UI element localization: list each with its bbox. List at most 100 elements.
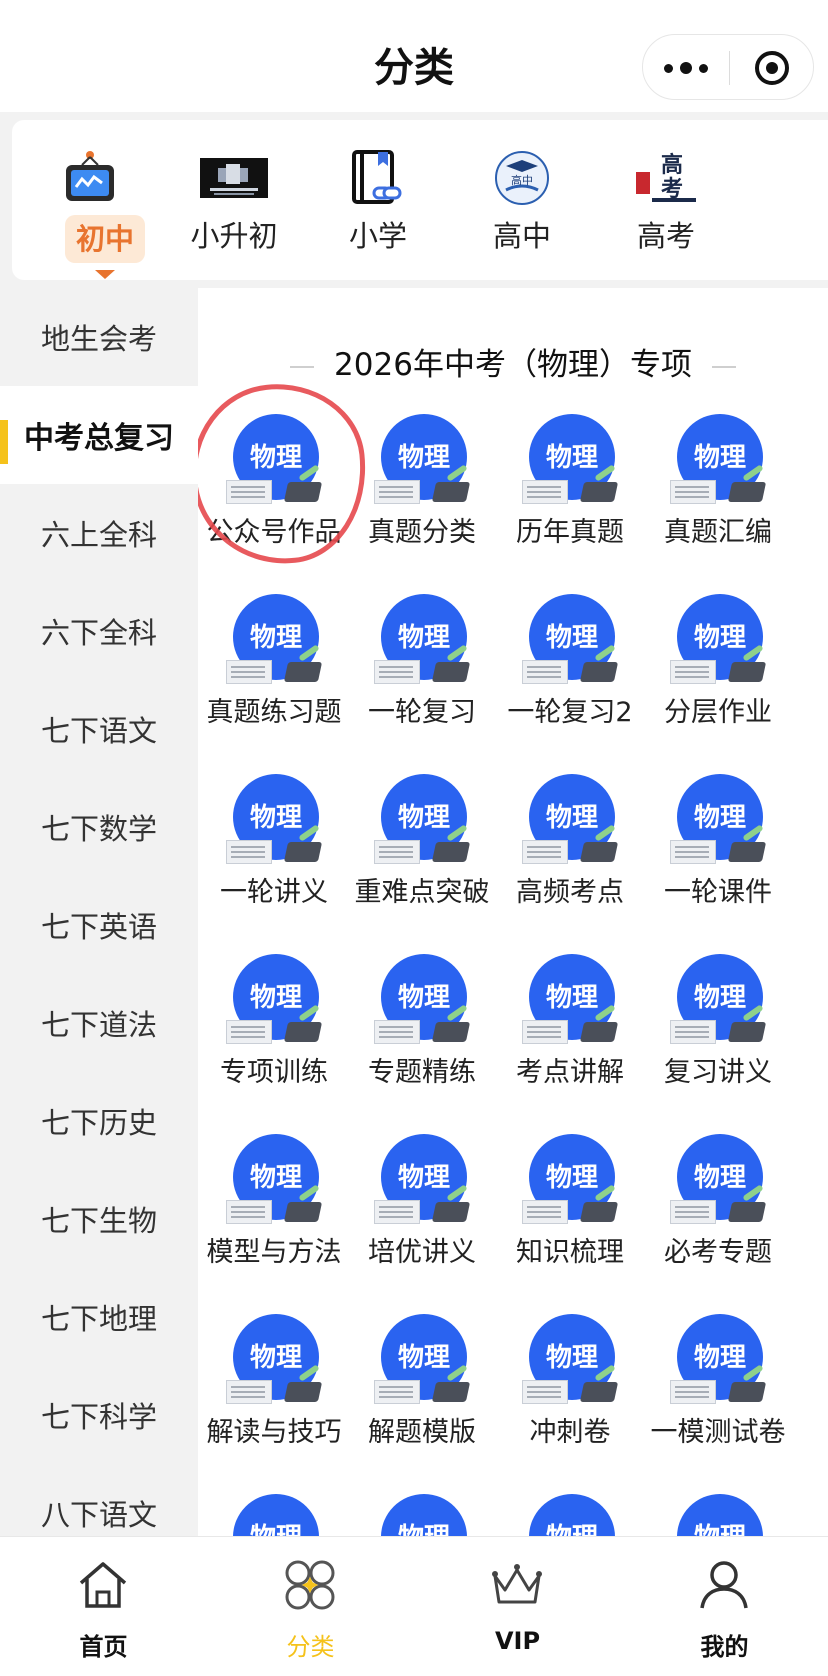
physics-thumbnail: 物理	[670, 594, 767, 690]
sidebar-item[interactable]: 地生会考	[0, 288, 198, 386]
papers-icon	[522, 1380, 568, 1404]
papers-icon	[226, 1200, 272, 1224]
sidebar-item-label: 七下道法	[40, 1008, 157, 1042]
physics-thumbnail: 物理	[226, 774, 323, 870]
physics-thumbnail: 物理	[374, 414, 471, 510]
papers-icon	[374, 480, 420, 504]
papers-icon	[226, 1380, 272, 1404]
sidebar-item[interactable]: 七下科学	[0, 1366, 198, 1464]
resource-item[interactable]: 物理 真题练习题	[200, 594, 348, 754]
sidebar-item[interactable]: 七下语文	[0, 680, 198, 778]
book-link-icon	[343, 148, 413, 208]
resource-item[interactable]: 物理 分层作业	[644, 594, 792, 754]
projector-icon	[579, 662, 619, 682]
resource-item[interactable]: 物理 培优讲义	[348, 1134, 496, 1294]
projector-icon	[283, 1202, 323, 1222]
resource-item-label: 专题精练	[368, 1057, 476, 1088]
more-menu-button[interactable]	[643, 35, 729, 101]
resource-item[interactable]: 物理 必考专题	[644, 1134, 792, 1294]
physics-badge: 物理	[677, 1494, 763, 1536]
stage-category-strip: 初中 小升初 小学 高中 高中 高 考 高考	[12, 120, 828, 280]
resource-item[interactable]: 物理 解题模版	[348, 1314, 496, 1474]
resource-item[interactable]: 物理	[644, 1494, 792, 1536]
papers-icon	[374, 660, 420, 684]
resource-item[interactable]: 物理 复习讲义	[644, 954, 792, 1114]
resource-item[interactable]: 物理 一轮复习	[348, 594, 496, 754]
sidebar-item[interactable]: 七下道法	[0, 974, 198, 1072]
resource-item-label: 真题汇编	[664, 517, 772, 548]
sidebar-item[interactable]: 八下语文	[0, 1464, 198, 1536]
sidebar-item[interactable]: 七下英语	[0, 876, 198, 974]
sidebar-item-label: 七下语文	[40, 714, 157, 748]
sidebar-item-active[interactable]: 中考总复习	[0, 386, 198, 484]
sidebar-item-label: 八下语文	[40, 1498, 157, 1532]
projector-icon	[727, 1382, 767, 1402]
sidebar-item[interactable]: 七下历史	[0, 1072, 198, 1170]
resource-item[interactable]: 物理 真题汇编	[644, 414, 792, 574]
resource-item-label: 培优讲义	[368, 1237, 476, 1268]
resource-item[interactable]: 物理	[200, 1494, 348, 1536]
sidebar-item[interactable]: 七下数学	[0, 778, 198, 876]
resource-item[interactable]: 物理 重难点突破	[348, 774, 496, 934]
resource-item[interactable]: 物理 一模测试卷	[644, 1314, 792, 1474]
category-icon	[280, 1555, 340, 1615]
category-label: 小学	[348, 219, 407, 253]
more-dot-icon	[680, 62, 692, 74]
resource-item[interactable]: 物理 知识梳理	[496, 1134, 644, 1294]
more-dot-icon	[664, 63, 673, 73]
tab-vip[interactable]: VIP	[414, 1537, 621, 1676]
close-program-button[interactable]	[729, 35, 815, 101]
resource-item[interactable]: 物理 冲刺卷	[496, 1314, 644, 1474]
resource-item[interactable]: 物理 一轮讲义	[200, 774, 348, 934]
sidebar-item[interactable]: 六上全科	[0, 484, 198, 582]
tab-label: 我的	[700, 1633, 749, 1661]
resource-item[interactable]: 物理 专项训练	[200, 954, 348, 1114]
resource-item-label: 一模测试卷	[650, 1417, 786, 1448]
projector-icon	[283, 842, 323, 862]
physics-thumbnail: 物理	[670, 1134, 767, 1230]
resource-item[interactable]: 物理	[496, 1494, 644, 1536]
resource-item[interactable]: 物理 模型与方法	[200, 1134, 348, 1294]
physics-thumbnail: 物理	[228, 1494, 320, 1536]
tab-category[interactable]: 分类	[207, 1537, 414, 1676]
sidebar-item[interactable]: 七下生物	[0, 1170, 198, 1268]
resource-item-label: 历年真题	[516, 517, 624, 548]
physics-thumbnail: 物理	[670, 1314, 767, 1410]
projector-icon	[579, 1382, 619, 1402]
tab-home[interactable]: 首页	[0, 1537, 207, 1676]
category-primary[interactable]: 小学	[308, 120, 448, 280]
papers-icon	[374, 1020, 420, 1044]
resource-item[interactable]: 物理 一轮复习2	[496, 594, 644, 754]
projector-icon	[431, 842, 471, 862]
sidebar-item[interactable]: 六下全科	[0, 582, 198, 680]
physics-thumbnail: 物理	[670, 414, 767, 510]
resource-item-label: 高频考点	[516, 877, 624, 908]
resource-item[interactable]: 物理 高频考点	[496, 774, 644, 934]
sidebar-item-label: 六上全科	[40, 518, 157, 552]
category-senior-high[interactable]: 高中 高中	[452, 120, 592, 280]
resource-item[interactable]: 物理 真题分类	[348, 414, 496, 574]
sidebar-item-label: 七下科学	[40, 1400, 157, 1434]
papers-icon	[670, 1380, 716, 1404]
category-junior-high[interactable]: 初中	[20, 120, 160, 280]
physics-badge: 物理	[529, 1494, 615, 1536]
physics-thumbnail: 物理	[374, 954, 471, 1050]
mini-program-capsule	[642, 34, 814, 100]
resource-item[interactable]: 物理 专题精练	[348, 954, 496, 1114]
category-label: 高考	[636, 219, 695, 253]
physics-thumbnail: 物理	[374, 594, 471, 690]
resource-item[interactable]: 物理 一轮课件	[644, 774, 792, 934]
resource-item[interactable]: 物理	[348, 1494, 496, 1536]
resource-item[interactable]: 物理 解读与技巧	[200, 1314, 348, 1474]
gaokao-badge-icon: 高 考	[631, 148, 701, 208]
tab-mine[interactable]: 我的	[621, 1537, 828, 1676]
physics-thumbnail: 物理	[374, 1314, 471, 1410]
sidebar-item[interactable]: 七下地理	[0, 1268, 198, 1366]
category-primary-to-junior[interactable]: 小升初	[164, 120, 304, 280]
user-icon	[694, 1555, 754, 1615]
resource-item[interactable]: 物理 历年真题	[496, 414, 644, 574]
graduation-cap-icon: 高中	[487, 148, 557, 208]
category-gaokao[interactable]: 高 考 高考	[596, 120, 736, 280]
resource-item-label: 一轮讲义	[220, 877, 328, 908]
resource-item[interactable]: 物理 考点讲解	[496, 954, 644, 1114]
